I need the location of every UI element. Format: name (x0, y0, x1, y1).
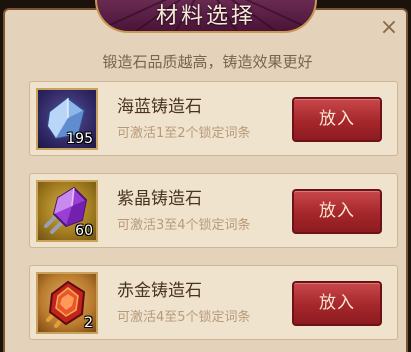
close-icon[interactable]: × (378, 17, 400, 39)
item-description: 可激活4至5个锁定词条 (117, 310, 251, 325)
dialog-title: 材料选择 (155, 4, 256, 29)
put-in-button[interactable]: 放入 (292, 281, 382, 326)
title-plaque: 材料选择 (95, 0, 317, 33)
material-row-blue: 195 海蓝铸造石 可激活1至2个锁定词条 放入 (29, 81, 398, 156)
material-select-dialog: 锻造石品质越高，铸造效果更好 195 海蓝铸造石 可激活1至2个锁定词条 放入 … (3, 8, 408, 352)
item-name: 紫晶铸造石 (117, 189, 202, 209)
item-count: 2 (84, 315, 93, 331)
item-slot-purple[interactable]: 60 (36, 180, 98, 242)
dialog-subtitle: 锻造石品质越高，铸造效果更好 (102, 53, 313, 71)
put-in-button[interactable]: 放入 (292, 189, 382, 234)
item-slot-red[interactable]: 2 (36, 272, 98, 334)
item-count: 60 (75, 223, 93, 239)
item-slot-blue[interactable]: 195 (36, 88, 98, 150)
item-name: 海蓝铸造石 (117, 97, 202, 117)
material-row-purple: 60 紫晶铸造石 可激活3至4个锁定词条 放入 (29, 173, 398, 248)
item-description: 可激活1至2个锁定词条 (117, 126, 251, 141)
item-count: 195 (66, 131, 93, 147)
material-row-red: 2 赤金铸造石 可激活4至5个锁定词条 放入 (29, 265, 398, 340)
item-description: 可激活3至4个锁定词条 (117, 218, 251, 233)
put-in-button[interactable]: 放入 (292, 97, 382, 142)
item-name: 赤金铸造石 (117, 281, 202, 301)
